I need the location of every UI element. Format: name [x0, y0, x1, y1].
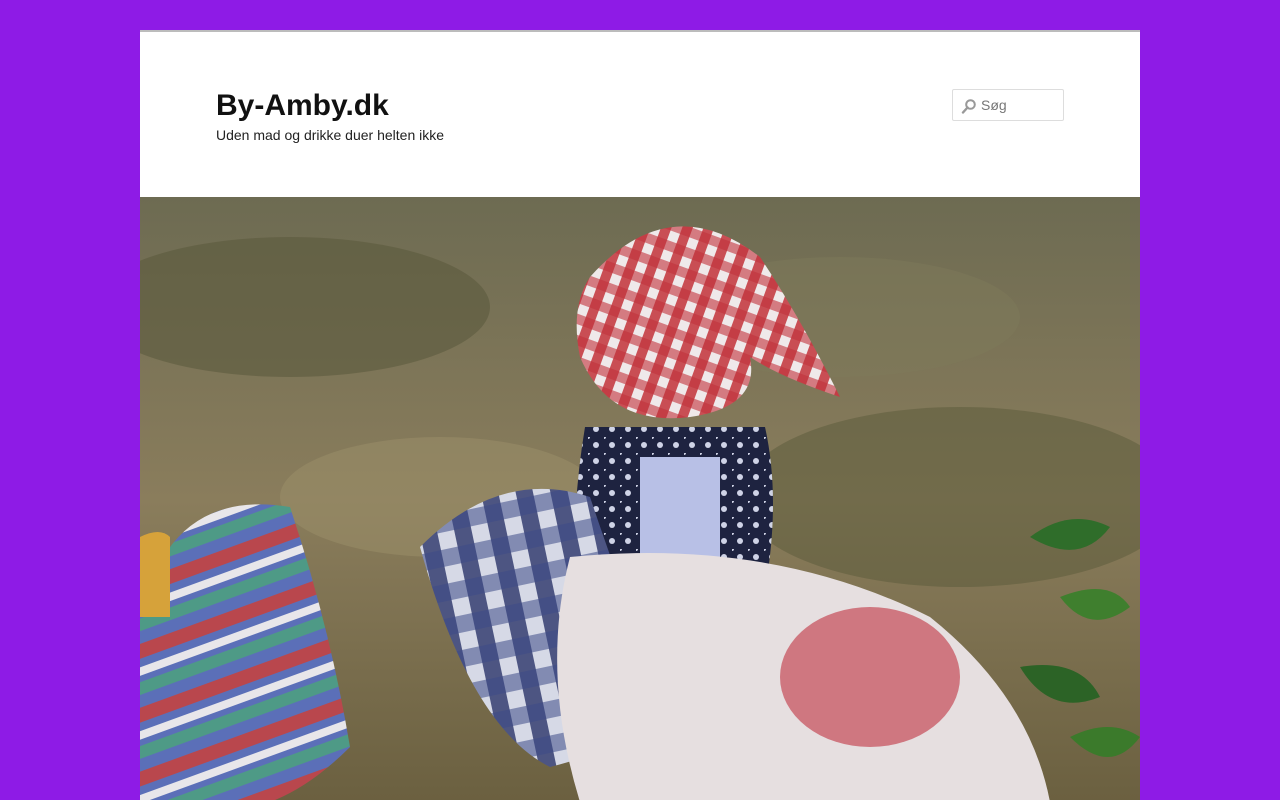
site-description: Uden mad og drikke duer helten ikke — [216, 127, 445, 143]
search-icon — [961, 99, 976, 114]
search-form — [952, 89, 1064, 121]
page-container: By-Amby.dk Uden mad og drikke duer helte… — [140, 30, 1140, 800]
search-input[interactable] — [981, 90, 1061, 120]
header-image[interactable] — [140, 197, 1140, 800]
site-header: By-Amby.dk Uden mad og drikke duer helte… — [140, 32, 1140, 197]
site-title-link[interactable]: By-Amby.dk — [216, 86, 389, 126]
